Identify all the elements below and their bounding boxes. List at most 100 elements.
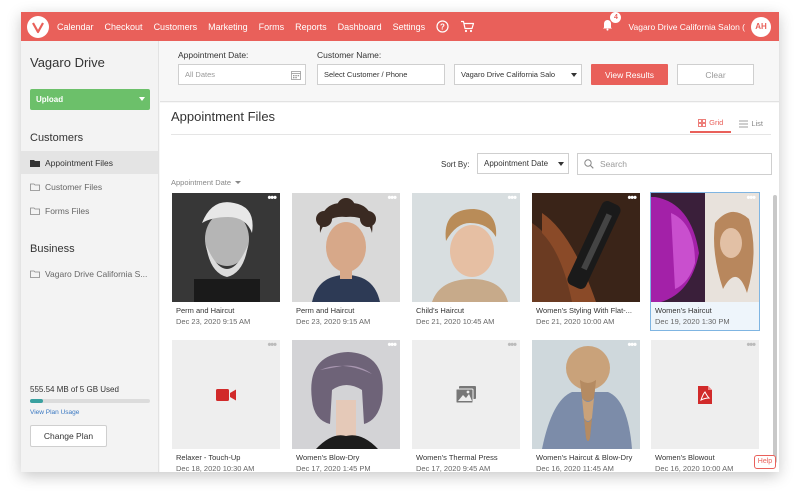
nav-forms[interactable]: Forms <box>259 22 285 32</box>
file-date: Dec 21, 2020 10:00 AM <box>536 317 615 326</box>
cart-icon[interactable] <box>460 20 475 33</box>
sidebar-item-label: Vagaro Drive California S... <box>45 268 148 279</box>
sidebar-item-forms-files[interactable]: Forms Files <box>21 199 158 222</box>
chevron-down-icon <box>558 162 564 166</box>
sidebar-item-appointment-files[interactable]: Appointment Files <box>21 151 158 174</box>
help-button[interactable]: Help <box>754 455 776 469</box>
tab-grid-label: Grid <box>709 118 724 127</box>
search-input[interactable] <box>600 159 760 169</box>
more-options-icon[interactable]: ••• <box>267 193 277 204</box>
nav-checkout[interactable]: Checkout <box>105 22 143 32</box>
file-thumbnail: ••• <box>651 340 759 449</box>
svg-text:?: ? <box>440 22 445 31</box>
scrollbar[interactable] <box>773 195 777 463</box>
more-options-icon[interactable]: ••• <box>746 340 756 351</box>
sidebar-item-customer-files[interactable]: Customer Files <box>21 175 158 198</box>
customers-heading: Customers <box>30 132 84 144</box>
file-grid: ••• Perm and Haircut Dec 23, 2020 9:15 A… <box>171 192 771 472</box>
file-card[interactable]: ••• Women's Thermal Press Dec 17, 2020 9… <box>411 339 521 472</box>
file-date: Dec 23, 2020 9:15 AM <box>296 317 371 326</box>
group-label-text: Appointment Date <box>171 178 232 187</box>
nav-calendar[interactable]: Calendar <box>57 22 94 32</box>
file-card[interactable]: ••• Women's Blowout Dec 16, 2020 10:00 A… <box>650 339 760 472</box>
file-thumbnail: ••• <box>412 193 520 302</box>
file-card[interactable]: ••• Relaxer - Touch-Up Dec 18, 2020 10:3… <box>171 339 281 472</box>
file-thumbnail: ••• <box>412 340 520 449</box>
file-card[interactable]: ••• Perm and Haircut Dec 23, 2020 9:15 A… <box>291 192 401 331</box>
file-card[interactable]: ••• Women's Haircut & Blow-Dry Dec 16, 2… <box>531 339 641 472</box>
change-plan-button[interactable]: Change Plan <box>30 425 107 447</box>
location-select[interactable]: Vagaro Drive California Salo <box>454 64 582 85</box>
more-options-icon[interactable]: ••• <box>627 340 637 351</box>
more-options-icon[interactable]: ••• <box>267 340 277 351</box>
sort-select[interactable]: Appointment Date <box>477 153 569 174</box>
tab-grid[interactable]: Grid <box>690 118 732 133</box>
file-card[interactable]: ••• Child's Haircut Dec 21, 2020 10:45 A… <box>411 192 521 331</box>
sidebar-item-label: Appointment Files <box>45 157 114 168</box>
file-date: Dec 17, 2020 9:45 AM <box>416 464 491 472</box>
customer-label: Customer Name: <box>317 50 382 60</box>
nav-dashboard[interactable]: Dashboard <box>338 22 382 32</box>
more-options-icon[interactable]: ••• <box>627 193 637 204</box>
customer-field[interactable]: Select Customer / Phone <box>317 64 445 85</box>
nav-customers[interactable]: Customers <box>154 22 198 32</box>
search-icon <box>584 159 594 169</box>
app-window: Calendar Checkout Customers Marketing Fo… <box>21 12 779 472</box>
file-name: Relaxer - Touch-Up <box>176 453 241 462</box>
folder-outline-icon <box>30 270 40 278</box>
folder-outline-icon <box>30 183 40 191</box>
nav-marketing[interactable]: Marketing <box>208 22 248 32</box>
image-icon <box>412 340 520 449</box>
file-name: Women's Blow-Dry <box>296 453 360 462</box>
file-card[interactable]: ••• Women's Styling With Flat-... Dec 21… <box>531 192 641 331</box>
file-thumbnail: ••• <box>292 193 400 302</box>
avatar[interactable]: AH <box>751 16 771 37</box>
chevron-down-icon <box>571 73 577 77</box>
vagaro-logo-icon[interactable] <box>27 15 49 38</box>
storage-usage-text: 555.54 MB of 5 GB Used <box>30 385 119 394</box>
file-card[interactable]: ••• Women's Haircut Dec 19, 2020 1:30 PM <box>650 192 760 331</box>
nav-right: 4 Vagaro Drive California Salon ( AH <box>601 12 771 41</box>
view-plan-usage-link[interactable]: View Plan Usage <box>30 409 79 416</box>
file-thumbnail: ••• <box>172 340 280 449</box>
file-name: Women's Thermal Press <box>416 453 498 462</box>
salon-selector[interactable]: Vagaro Drive California Salon ( <box>628 22 745 32</box>
search-box <box>577 153 772 175</box>
page-title: Appointment Files <box>171 109 276 124</box>
view-results-button[interactable]: View Results <box>591 64 668 85</box>
sort-by-label: Sort By: <box>441 160 470 169</box>
storage-progress-bar <box>30 399 150 403</box>
file-name: Perm and Haircut <box>176 306 235 315</box>
tab-list-label: List <box>751 119 763 128</box>
storage-progress-fill <box>30 399 44 403</box>
nav-settings[interactable]: Settings <box>393 22 426 32</box>
bell-icon[interactable]: 4 <box>601 12 622 36</box>
more-options-icon[interactable]: ••• <box>507 340 517 351</box>
file-thumbnail: ••• <box>532 340 640 449</box>
folder-icon <box>30 159 40 167</box>
file-card[interactable]: ••• Women's Blow-Dry Dec 17, 2020 1:45 P… <box>291 339 401 472</box>
more-options-icon[interactable]: ••• <box>507 193 517 204</box>
list-icon <box>739 120 749 127</box>
nav-reports[interactable]: Reports <box>295 22 327 32</box>
date-field[interactable]: All Dates <box>178 64 306 85</box>
clear-button[interactable]: Clear <box>677 64 754 85</box>
sidebar-item-business-salon[interactable]: Vagaro Drive California S... <box>21 262 158 285</box>
view-tabs: Grid List <box>690 118 771 133</box>
more-options-icon[interactable]: ••• <box>387 193 397 204</box>
upload-label: Upload <box>36 95 64 104</box>
file-name: Child's Haircut <box>416 306 465 315</box>
file-date: Dec 23, 2020 9:15 AM <box>176 317 251 326</box>
group-header[interactable]: Appointment Date <box>171 178 242 187</box>
tab-list[interactable]: List <box>731 118 771 133</box>
more-options-icon[interactable]: ••• <box>746 193 756 204</box>
pdf-icon <box>651 340 759 449</box>
more-options-icon[interactable]: ••• <box>387 340 397 351</box>
file-card[interactable]: ••• Perm and Haircut Dec 23, 2020 9:15 A… <box>171 192 281 331</box>
filter-bar: Appointment Date: All Dates Customer Nam… <box>160 41 779 102</box>
file-date: Dec 21, 2020 10:45 AM <box>416 317 495 326</box>
upload-button[interactable]: Upload <box>30 89 150 110</box>
help-icon[interactable]: ? <box>436 20 449 33</box>
file-thumbnail: ••• <box>172 193 280 302</box>
nav-links: Calendar Checkout Customers Marketing Fo… <box>57 20 486 33</box>
